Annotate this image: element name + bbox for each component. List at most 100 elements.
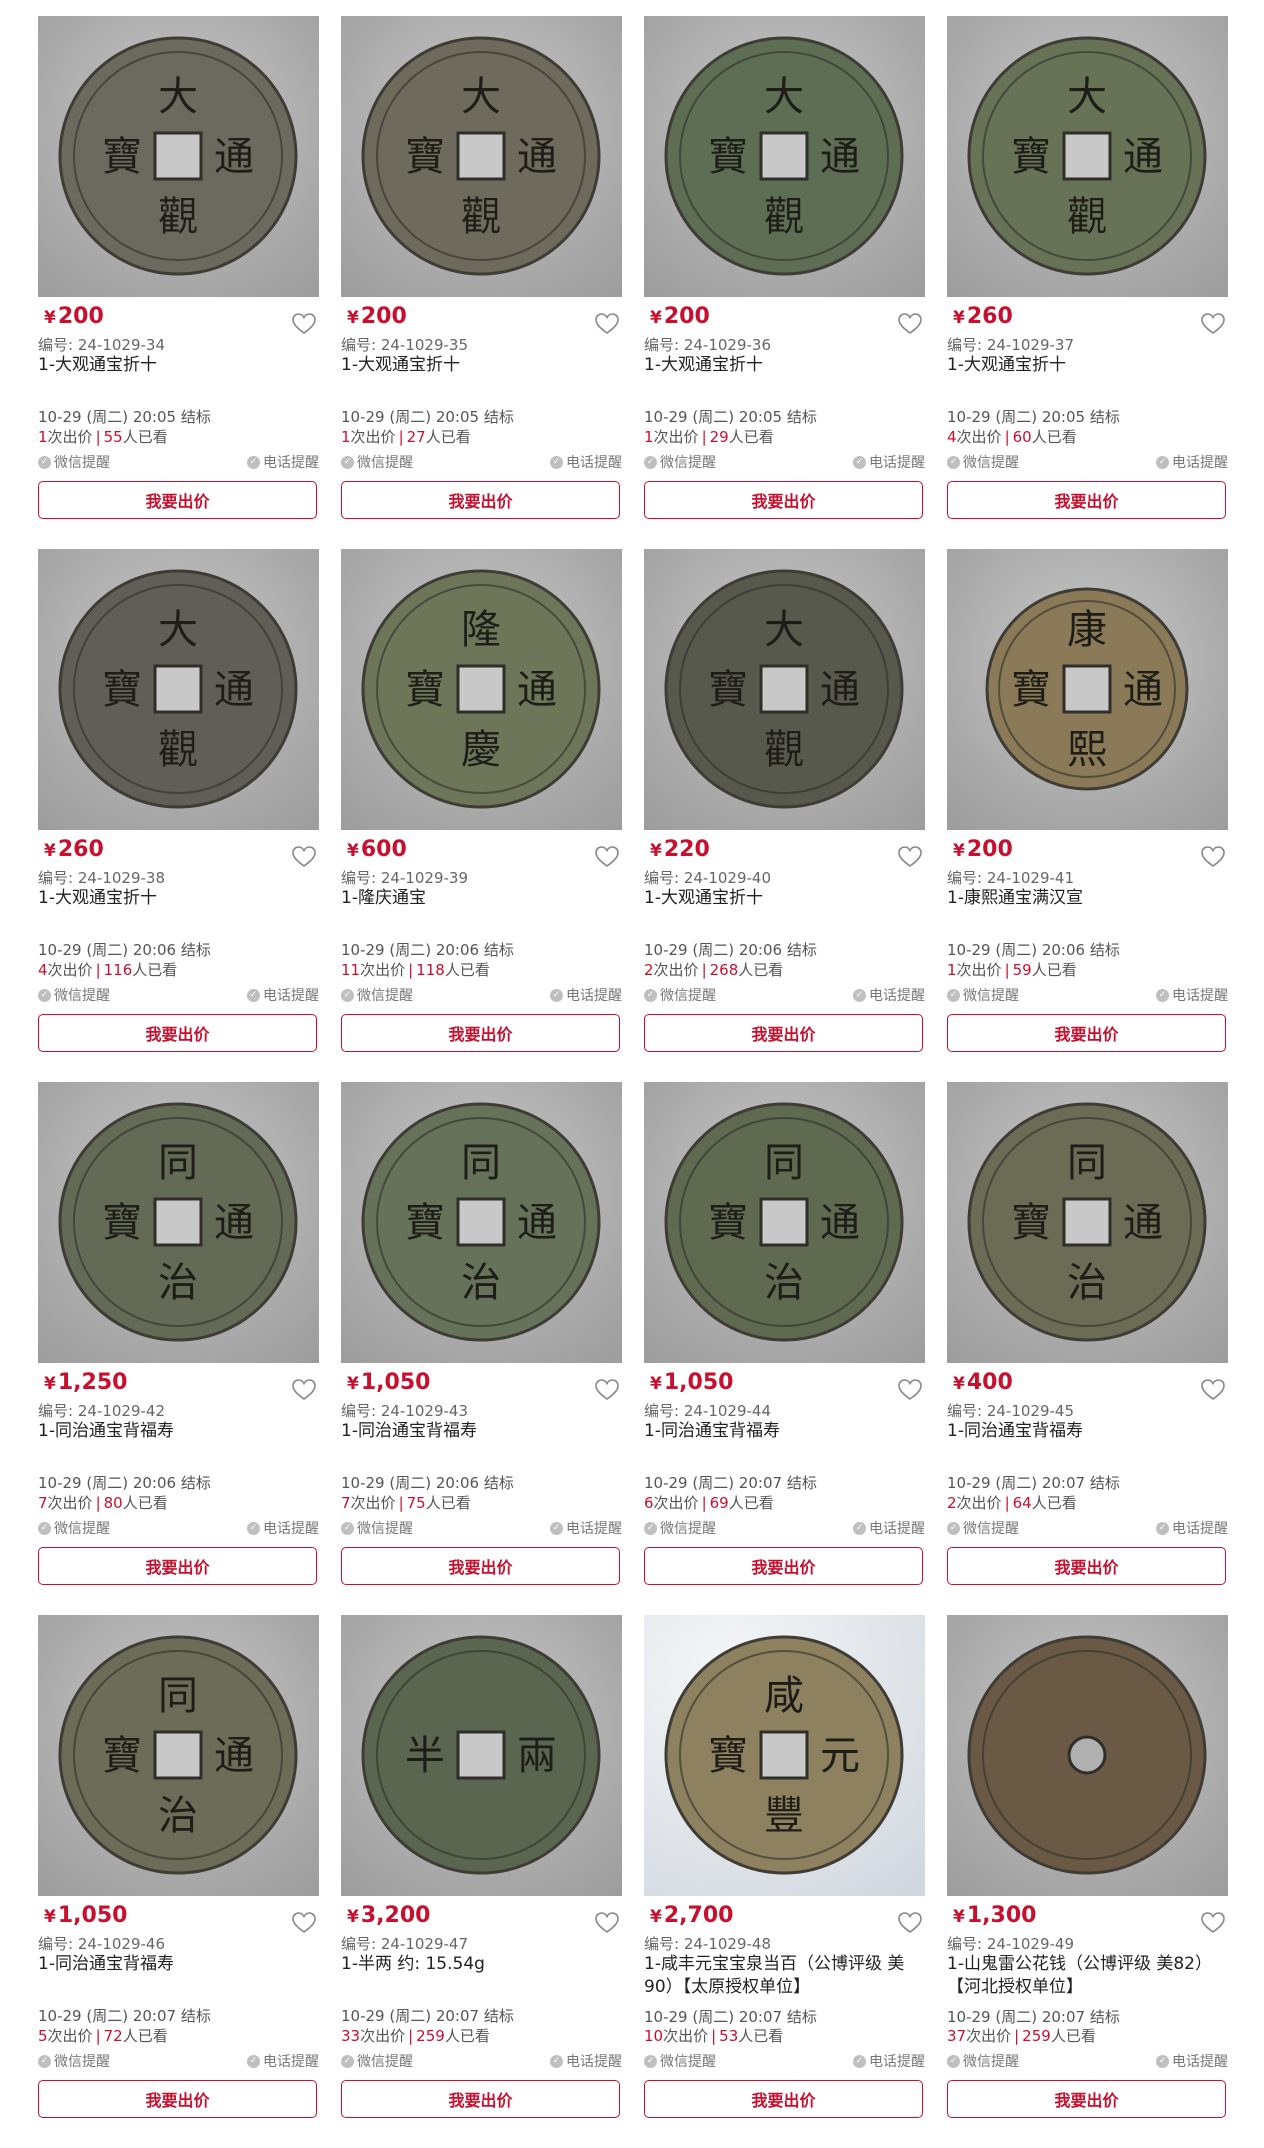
auction-item-card[interactable]: 大 通 觀 寶 ¥200 编号: 24-1029-34 1-大观通宝折十 10-… (38, 16, 319, 549)
item-title[interactable]: 1-大观通宝折十 (38, 354, 319, 377)
item-title[interactable]: 1-同治通宝背福寿 (644, 1420, 925, 1443)
wechat-remind[interactable]: ✓ 微信提醒 (341, 1518, 413, 1538)
wechat-remind[interactable]: ✓ 微信提醒 (38, 452, 110, 472)
phone-remind[interactable]: ✓ 电话提醒 (1156, 985, 1228, 1005)
coin-photo[interactable]: 咸 元 豐 寶 (644, 1615, 925, 1896)
auction-item-card[interactable]: 同 通 治 寶 ¥1,050 编号: 24-1029-46 1-同治通宝背福寿 … (38, 1615, 319, 2148)
phone-remind[interactable]: ✓ 电话提醒 (853, 2051, 925, 2071)
auction-item-card[interactable]: 大 通 觀 寶 ¥220 编号: 24-1029-40 1-大观通宝折十 10-… (644, 549, 925, 1082)
phone-remind[interactable]: ✓ 电话提醒 (247, 985, 319, 1005)
wechat-remind[interactable]: ✓ 微信提醒 (341, 452, 413, 472)
place-bid-button[interactable]: 我要出价 (644, 2080, 923, 2118)
heart-outline-icon[interactable] (897, 312, 923, 336)
coin-photo[interactable]: 大 通 觀 寶 (947, 16, 1228, 297)
wechat-remind[interactable]: ✓ 微信提醒 (947, 2051, 1019, 2071)
place-bid-button[interactable]: 我要出价 (947, 2080, 1226, 2118)
place-bid-button[interactable]: 我要出价 (341, 481, 620, 519)
place-bid-button[interactable]: 我要出价 (38, 1547, 317, 1585)
wechat-remind[interactable]: ✓ 微信提醒 (947, 452, 1019, 472)
wechat-remind[interactable]: ✓ 微信提醒 (947, 1518, 1019, 1538)
auction-item-card[interactable]: 大 通 觀 寶 ¥200 编号: 24-1029-35 1-大观通宝折十 10-… (341, 16, 622, 549)
wechat-remind[interactable]: ✓ 微信提醒 (644, 1518, 716, 1538)
heart-outline-icon[interactable] (291, 312, 317, 336)
place-bid-button[interactable]: 我要出价 (947, 1547, 1226, 1585)
coin-photo[interactable]: 大 通 觀 寶 (38, 549, 319, 830)
auction-item-card[interactable]: 大 通 觀 寶 ¥260 编号: 24-1029-37 1-大观通宝折十 10-… (947, 16, 1228, 549)
item-title[interactable]: 1-同治通宝背福寿 (38, 1953, 319, 1976)
place-bid-button[interactable]: 我要出价 (341, 1014, 620, 1052)
auction-item-card[interactable]: 隆 通 慶 寶 ¥600 编号: 24-1029-39 1-隆庆通宝 10-29… (341, 549, 622, 1082)
coin-photo[interactable]: 同 通 治 寶 (644, 1082, 925, 1363)
phone-remind[interactable]: ✓ 电话提醒 (247, 452, 319, 472)
heart-outline-icon[interactable] (594, 312, 620, 336)
coin-photo[interactable]: 康 通 熙 寶 (947, 549, 1228, 830)
auction-item-card[interactable]: 大 通 觀 寶 ¥260 编号: 24-1029-38 1-大观通宝折十 10-… (38, 549, 319, 1082)
item-title[interactable]: 1-康熙通宝满汉宣 (947, 887, 1228, 910)
coin-photo[interactable]: 同 通 治 寶 (947, 1082, 1228, 1363)
auction-item-card[interactable]: 同 通 治 寶 ¥1,050 编号: 24-1029-43 1-同治通宝背福寿 … (341, 1082, 622, 1615)
wechat-remind[interactable]: ✓ 微信提醒 (947, 985, 1019, 1005)
coin-photo[interactable]: 大 通 觀 寶 (644, 549, 925, 830)
wechat-remind[interactable]: ✓ 微信提醒 (341, 985, 413, 1005)
place-bid-button[interactable]: 我要出价 (38, 2080, 317, 2118)
heart-outline-icon[interactable] (291, 1378, 317, 1402)
item-title[interactable]: 1-同治通宝背福寿 (38, 1420, 319, 1443)
phone-remind[interactable]: ✓ 电话提醒 (247, 2051, 319, 2071)
auction-item-card[interactable]: 大 通 觀 寶 ¥200 编号: 24-1029-36 1-大观通宝折十 10-… (644, 16, 925, 549)
item-title[interactable]: 1-大观通宝折十 (341, 354, 622, 377)
wechat-remind[interactable]: ✓ 微信提醒 (644, 985, 716, 1005)
heart-outline-icon[interactable] (1200, 312, 1226, 336)
phone-remind[interactable]: ✓ 电话提醒 (1156, 1518, 1228, 1538)
heart-outline-icon[interactable] (594, 845, 620, 869)
coin-photo[interactable]: 大 通 觀 寶 (38, 16, 319, 297)
phone-remind[interactable]: ✓ 电话提醒 (550, 985, 622, 1005)
coin-photo[interactable]: 大 通 觀 寶 (644, 16, 925, 297)
auction-item-card[interactable]: 康 通 熙 寶 ¥200 编号: 24-1029-41 1-康熙通宝满汉宣 10… (947, 549, 1228, 1082)
item-title[interactable]: 1-大观通宝折十 (644, 354, 925, 377)
heart-outline-icon[interactable] (1200, 845, 1226, 869)
item-title[interactable]: 1-半两 约: 15.54g (341, 1953, 622, 1976)
coin-photo[interactable]: 兩 半 (341, 1615, 622, 1896)
auction-item-card[interactable]: ¥1,300 编号: 24-1029-49 1-山鬼雷公花钱（公博评级 美82）… (947, 1615, 1228, 2148)
place-bid-button[interactable]: 我要出价 (38, 1014, 317, 1052)
item-title[interactable]: 1-大观通宝折十 (947, 354, 1228, 377)
coin-photo[interactable]: 同 通 治 寶 (38, 1082, 319, 1363)
coin-photo[interactable]: 隆 通 慶 寶 (341, 549, 622, 830)
place-bid-button[interactable]: 我要出价 (644, 481, 923, 519)
place-bid-button[interactable]: 我要出价 (947, 481, 1226, 519)
heart-outline-icon[interactable] (291, 845, 317, 869)
phone-remind[interactable]: ✓ 电话提醒 (550, 2051, 622, 2071)
phone-remind[interactable]: ✓ 电话提醒 (853, 452, 925, 472)
phone-remind[interactable]: ✓ 电话提醒 (247, 1518, 319, 1538)
item-title[interactable]: 1-咸丰元宝宝泉当百（公博评级 美90）【太原授权单位】 (644, 1953, 925, 1999)
place-bid-button[interactable]: 我要出价 (341, 1547, 620, 1585)
auction-item-card[interactable]: 咸 元 豐 寶 ¥2,700 编号: 24-1029-48 1-咸丰元宝宝泉当百… (644, 1615, 925, 2148)
auction-item-card[interactable]: 同 通 治 寶 ¥1,050 编号: 24-1029-44 1-同治通宝背福寿 … (644, 1082, 925, 1615)
wechat-remind[interactable]: ✓ 微信提醒 (38, 2051, 110, 2071)
place-bid-button[interactable]: 我要出价 (38, 481, 317, 519)
coin-photo[interactable]: 大 通 觀 寶 (341, 16, 622, 297)
auction-item-card[interactable]: 同 通 治 寶 ¥400 编号: 24-1029-45 1-同治通宝背福寿 10… (947, 1082, 1228, 1615)
place-bid-button[interactable]: 我要出价 (341, 2080, 620, 2118)
phone-remind[interactable]: ✓ 电话提醒 (1156, 452, 1228, 472)
item-title[interactable]: 1-大观通宝折十 (644, 887, 925, 910)
item-title[interactable]: 1-大观通宝折十 (38, 887, 319, 910)
wechat-remind[interactable]: ✓ 微信提醒 (341, 2051, 413, 2071)
coin-photo[interactable]: 同 通 治 寶 (38, 1615, 319, 1896)
item-title[interactable]: 1-同治通宝背福寿 (947, 1420, 1228, 1443)
item-title[interactable]: 1-隆庆通宝 (341, 887, 622, 910)
phone-remind[interactable]: ✓ 电话提醒 (1156, 2051, 1228, 2071)
auction-item-card[interactable]: 兩 半 ¥3,200 编号: 24-1029-47 1-半两 约: 15.54g… (341, 1615, 622, 2148)
place-bid-button[interactable]: 我要出价 (644, 1014, 923, 1052)
phone-remind[interactable]: ✓ 电话提醒 (550, 452, 622, 472)
heart-outline-icon[interactable] (1200, 1911, 1226, 1935)
auction-item-card[interactable]: 同 通 治 寶 ¥1,250 编号: 24-1029-42 1-同治通宝背福寿 … (38, 1082, 319, 1615)
phone-remind[interactable]: ✓ 电话提醒 (550, 1518, 622, 1538)
place-bid-button[interactable]: 我要出价 (947, 1014, 1226, 1052)
place-bid-button[interactable]: 我要出价 (644, 1547, 923, 1585)
coin-photo[interactable] (947, 1615, 1228, 1896)
heart-outline-icon[interactable] (897, 1378, 923, 1402)
heart-outline-icon[interactable] (291, 1911, 317, 1935)
item-title[interactable]: 1-山鬼雷公花钱（公博评级 美82）【河北授权单位】 (947, 1953, 1228, 1999)
wechat-remind[interactable]: ✓ 微信提醒 (644, 452, 716, 472)
